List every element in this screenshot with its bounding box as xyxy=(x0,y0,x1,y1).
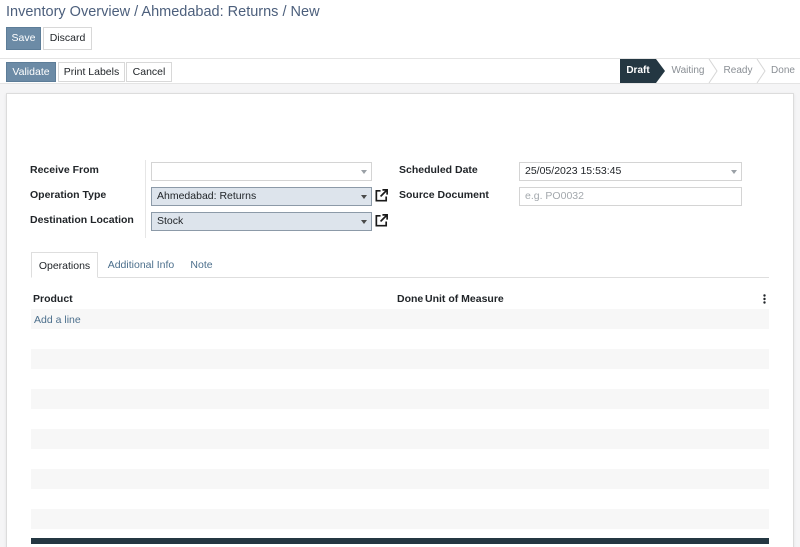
form-sheet: Receive From Operation Type Ahmedabad: R… xyxy=(6,93,794,547)
scheduled-date-label: Scheduled Date xyxy=(399,164,478,176)
add-a-line-link[interactable]: Add a line xyxy=(34,314,81,326)
notebook-tabs: Operations Additional Info Note xyxy=(31,252,769,278)
stage-done[interactable]: Done xyxy=(768,59,798,83)
discard-button[interactable]: Discard xyxy=(43,27,92,50)
vertical-dots-icon[interactable] xyxy=(763,294,766,304)
stage-separator-icon xyxy=(708,59,718,83)
scheduled-date-field[interactable]: 25/05/2023 15:53:45 xyxy=(519,162,742,181)
stage-draft-arrow xyxy=(656,59,665,83)
operation-type-field[interactable]: Ahmedabad: Returns xyxy=(151,187,372,206)
breadcrumb-current: New xyxy=(290,4,320,20)
caret-down-icon xyxy=(361,195,367,199)
scheduled-date-value: 25/05/2023 15:53:45 xyxy=(525,165,622,177)
group-divider xyxy=(145,160,146,238)
table-row xyxy=(31,309,769,329)
table-row xyxy=(31,429,769,449)
control-panel: Inventory Overview / Ahmedabad: Returns … xyxy=(0,0,800,58)
breadcrumb-separator: / xyxy=(278,4,291,20)
source-document-input[interactable]: e.g. PO0032 xyxy=(519,187,742,206)
column-header-product[interactable]: Product xyxy=(33,293,73,305)
external-link-icon[interactable] xyxy=(374,213,389,228)
cancel-button[interactable]: Cancel xyxy=(126,62,172,82)
validate-button[interactable]: Validate xyxy=(6,62,56,82)
status-bar: Validate Print Labels Cancel Draft Waiti… xyxy=(0,58,800,84)
caret-down-icon xyxy=(361,170,367,174)
print-labels-button[interactable]: Print Labels xyxy=(58,62,125,82)
breadcrumb: Inventory Overview / Ahmedabad: Returns … xyxy=(6,4,320,20)
column-header-uom[interactable]: Unit of Measure xyxy=(425,293,504,305)
destination-location-field[interactable]: Stock xyxy=(151,212,372,231)
stage-draft: Draft xyxy=(620,59,656,83)
tab-note[interactable]: Note xyxy=(184,252,219,278)
receive-from-field[interactable] xyxy=(151,162,372,181)
caret-down-icon xyxy=(731,170,737,174)
breadcrumb-inventory-overview[interactable]: Inventory Overview xyxy=(6,4,130,20)
stage-ready[interactable]: Ready xyxy=(722,59,754,83)
source-document-placeholder: e.g. PO0032 xyxy=(525,190,584,202)
destination-location-label: Destination Location xyxy=(30,214,134,226)
stage-separator-icon xyxy=(756,59,766,83)
receive-from-label: Receive From xyxy=(30,164,99,176)
stage-waiting[interactable]: Waiting xyxy=(668,59,708,83)
table-row xyxy=(31,469,769,489)
destination-location-value: Stock xyxy=(157,215,184,227)
column-header-done[interactable]: Done xyxy=(397,293,423,305)
external-link-icon[interactable] xyxy=(374,188,389,203)
table-row xyxy=(31,509,769,529)
save-button[interactable]: Save xyxy=(6,27,41,50)
breadcrumb-separator: / xyxy=(130,4,142,20)
caret-down-icon xyxy=(361,220,367,224)
table-footer-bar xyxy=(31,538,769,544)
operation-type-label: Operation Type xyxy=(30,189,107,201)
tab-operations[interactable]: Operations xyxy=(31,252,98,278)
operation-type-value: Ahmedabad: Returns xyxy=(157,190,257,202)
table-row xyxy=(31,349,769,369)
breadcrumb-ahmedabad-returns[interactable]: Ahmedabad: Returns xyxy=(141,4,278,20)
source-document-label: Source Document xyxy=(399,189,489,201)
table-row xyxy=(31,389,769,409)
tab-additional-info[interactable]: Additional Info xyxy=(103,252,179,278)
